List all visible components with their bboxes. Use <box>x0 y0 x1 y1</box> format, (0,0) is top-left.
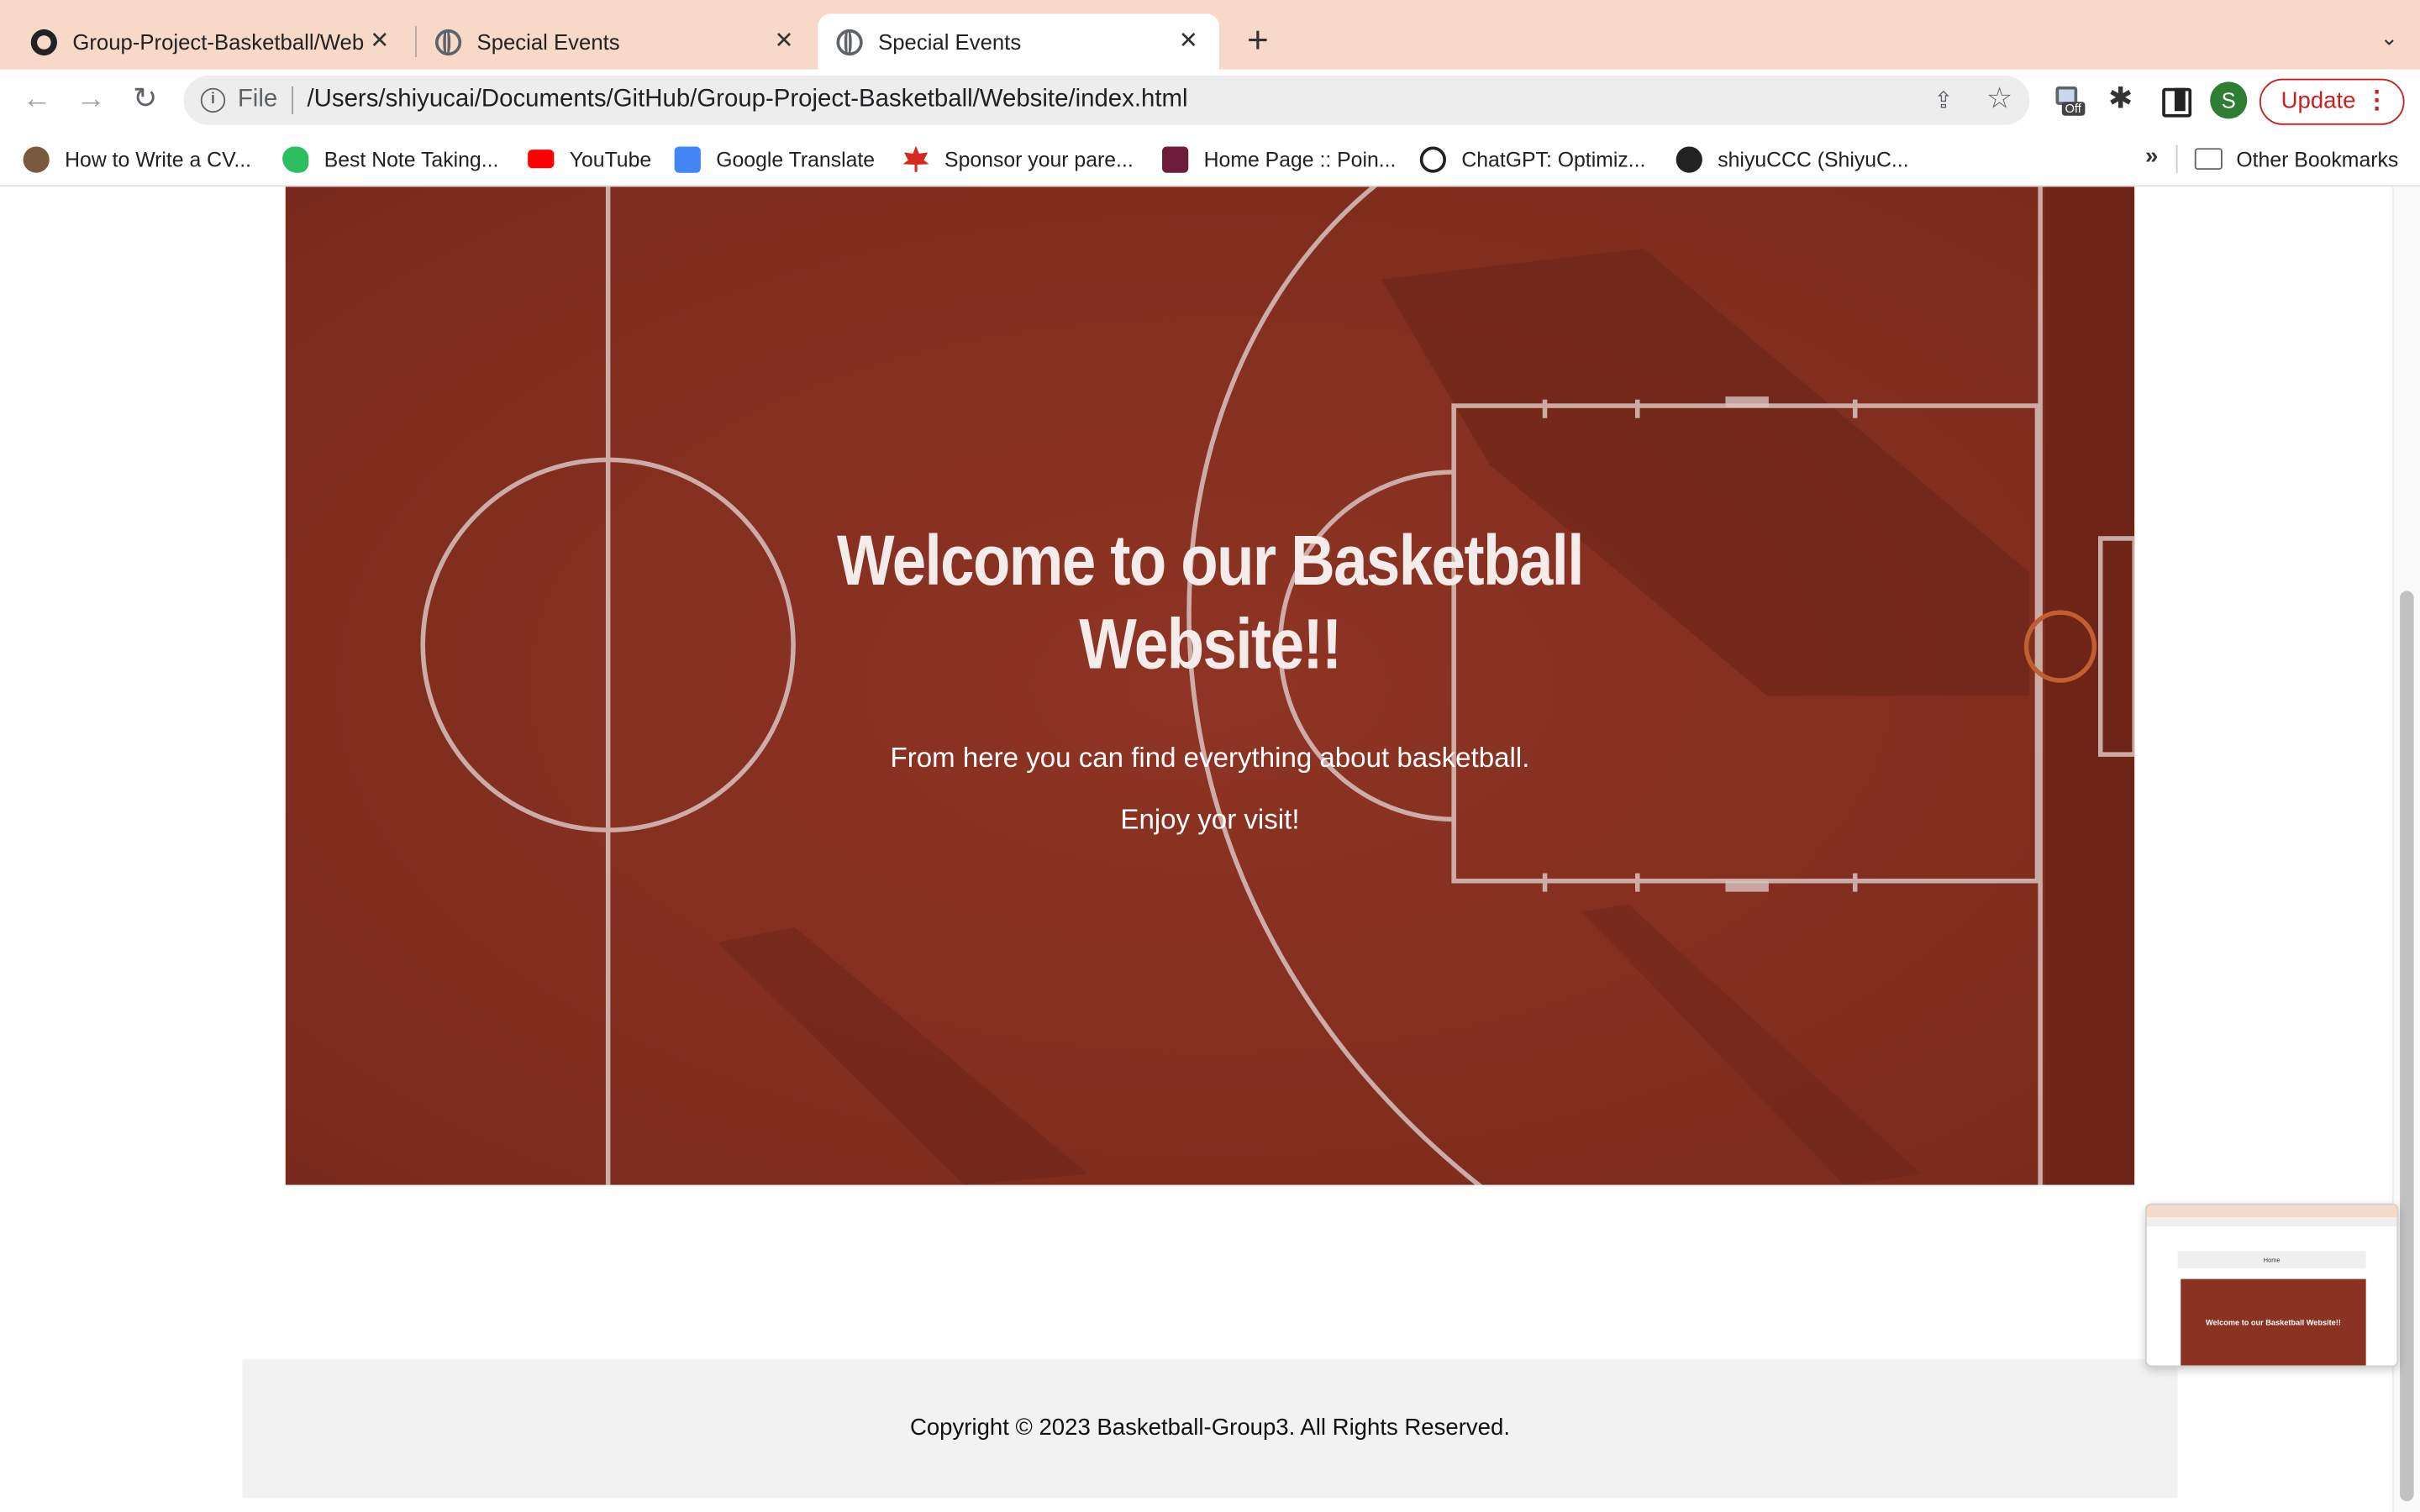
extension-badge: Off <box>2061 102 2085 116</box>
back-arrow-icon[interactable]: ← <box>18 81 55 118</box>
bookmark-label: How to Write a CV... <box>65 147 252 171</box>
forward-arrow-icon[interactable]: → <box>72 81 109 118</box>
more-bookmarks-icon[interactable]: » <box>2145 144 2158 170</box>
page-preview-thumbnail[interactable]: Home Welcome to our Basketball Website!! <box>2145 1203 2399 1368</box>
update-label: Update <box>2281 87 2356 114</box>
tab-special-events-1[interactable]: Special Events ✕ <box>417 14 815 70</box>
reload-icon[interactable]: ↻ <box>127 81 164 118</box>
folder-icon <box>2194 148 2223 171</box>
github-icon <box>30 28 57 55</box>
new-tab-button[interactable]: + <box>1238 21 1278 62</box>
bookmark-label: shiyuCCC (ShiyuC... <box>1718 147 1909 171</box>
google-translate-icon <box>674 145 701 172</box>
share-icon[interactable]: ⇪ <box>1933 87 1953 114</box>
divider <box>2175 144 2178 173</box>
bookmarks-bar: How to Write a CV... Best Note Taking...… <box>0 131 2420 187</box>
bookmark-label: Sponsor your pare... <box>944 147 1134 171</box>
tab-title: Special Events <box>476 29 620 55</box>
bookmark-label: ChatGPT: Optimiz... <box>1461 147 1646 171</box>
bookmark-label: Google Translate <box>716 147 876 171</box>
hero-subtitle: From here you can find everything about … <box>890 742 1530 774</box>
thumbnail-nav: Home <box>2177 1251 2366 1268</box>
monitor-extension-icon[interactable]: Off <box>2053 83 2086 117</box>
bookmark-item[interactable]: YouTube <box>528 144 651 175</box>
bookmark-item[interactable]: Home Page :: Poin... <box>1162 144 1396 175</box>
close-icon[interactable]: ✕ <box>1176 29 1201 54</box>
tab-title: Group-Project-Basketball/Web <box>72 29 365 55</box>
bookmark-item[interactable]: Sponsor your pare... <box>902 144 1134 175</box>
info-icon[interactable]: i <box>200 87 226 113</box>
star-badge-icon <box>1162 145 1189 172</box>
hero-banner: Welcome to our Basketball Website!! From… <box>285 186 2135 1185</box>
bookmark-label: Home Page :: Poin... <box>1203 147 1397 171</box>
puzzle-extensions-icon[interactable]: ✱ <box>2105 83 2136 117</box>
thumbnail-hero: Welcome to our Basketball Website!! <box>2181 1278 2366 1366</box>
thumbnail-toolbar <box>2146 1217 2397 1227</box>
globe-icon <box>836 28 863 55</box>
bookmark-item[interactable]: Google Translate <box>674 144 876 175</box>
hero-title: Welcome to our Basketball Website!! <box>415 518 2005 685</box>
toolbar: ← → ↻ i File /Users/shiyucai/Documents/G… <box>0 69 2420 132</box>
tab-special-events-active[interactable]: Special Events ✕ <box>818 13 1219 70</box>
bookmark-item[interactable]: shiyuCCC (ShiyuC... <box>1676 144 1909 175</box>
evernote-icon <box>282 145 309 172</box>
youtube-icon <box>528 150 555 169</box>
thumbnail-tabstrip <box>2146 1205 2397 1218</box>
copyright-text: Copyright © 2023 Basketball-Group3. All … <box>909 1415 1510 1441</box>
side-panel-icon[interactable] <box>2160 83 2192 118</box>
scheme-label: File <box>237 86 278 113</box>
bookmark-label: YouTube <box>569 147 652 171</box>
update-button[interactable]: Update ⋮ <box>2259 78 2405 125</box>
chevron-down-icon[interactable]: ⌄ <box>2381 24 2399 50</box>
bookmark-star-icon[interactable]: ☆ <box>1986 81 2012 117</box>
thumbnail-hero-text: Welcome to our Basketball Website!! <box>2205 1319 2341 1329</box>
bookmark-item[interactable]: Best Note Taking... <box>282 144 498 175</box>
basketball-court-image <box>285 186 2135 1185</box>
footer: Copyright © 2023 Basketball-Group3. All … <box>242 1359 2178 1499</box>
tab-title: Special Events <box>878 29 1022 55</box>
tab-github[interactable]: Group-Project-Basketball/Web ✕ <box>13 14 411 70</box>
tab-strip: Group-Project-Basketball/Web ✕ Special E… <box>0 0 2420 70</box>
openai-icon <box>1419 145 1446 172</box>
address-bar[interactable]: i File /Users/shiyucai/Documents/GitHub/… <box>183 75 2030 125</box>
cv-site-icon <box>23 145 50 172</box>
url-text[interactable]: /Users/shiyucai/Documents/GitHub/Group-P… <box>308 87 1188 114</box>
more-vert-icon: ⋮ <box>2364 87 2390 114</box>
bookmark-item[interactable]: How to Write a CV... <box>23 144 252 175</box>
divider <box>292 86 293 114</box>
page-viewport: Welcome to our Basketball Website!! From… <box>0 186 2420 1512</box>
close-icon[interactable]: ✕ <box>367 29 392 54</box>
close-icon[interactable]: ✕ <box>771 29 796 54</box>
maple-leaf-icon <box>902 145 929 172</box>
hero-title-line: Website!! <box>1079 603 1342 684</box>
bookmark-item[interactable]: ChatGPT: Optimiz... <box>1419 144 1646 175</box>
globe-icon <box>434 28 462 55</box>
browser-window: Group-Project-Basketball/Web ✕ Special E… <box>0 0 2420 1512</box>
bookmark-label: Best Note Taking... <box>324 147 499 171</box>
avatar[interactable]: S <box>2210 81 2248 119</box>
hero-tagline: Enjoy yor visit! <box>1120 803 1300 835</box>
hero-title-line: Welcome to our Basketball <box>837 519 1584 601</box>
other-bookmarks-folder[interactable]: Other Bookmarks <box>2194 144 2399 175</box>
github-icon <box>1676 145 1702 172</box>
bookmark-label: Other Bookmarks <box>2236 147 2399 171</box>
scrollbar-thumb[interactable] <box>2400 591 2414 1502</box>
